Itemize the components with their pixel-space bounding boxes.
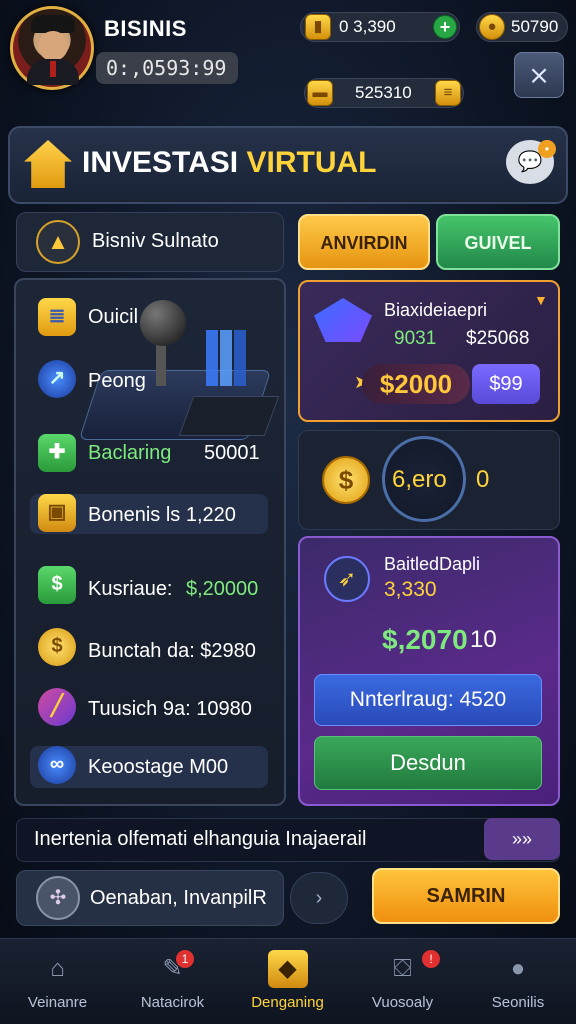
tab-guivel[interactable]: GUIVEL bbox=[436, 214, 560, 270]
nav-item-invest[interactable]: ◆ Denganing bbox=[230, 938, 345, 1024]
basket-icon: ⛋ bbox=[393, 955, 412, 982]
card-subtitle: 3,330 bbox=[384, 578, 437, 601]
document-icon: ≣ bbox=[38, 298, 76, 336]
notification-dot: • bbox=[538, 140, 556, 158]
list-item-value: 50001 bbox=[204, 442, 260, 464]
player-name: BISINIS bbox=[104, 16, 187, 41]
business-title: Bisniv Sulnato bbox=[92, 230, 219, 252]
link-icon: ∞ bbox=[38, 746, 76, 784]
card-title: BaitledDapli bbox=[384, 554, 481, 574]
nav-item-profile[interactable]: ● Seonilis bbox=[460, 938, 576, 1024]
chart-icon: ✚ bbox=[38, 434, 76, 472]
notification-badge: 1 bbox=[176, 950, 194, 968]
currency-pill-secondary: ▬ 525310 ≡ bbox=[304, 78, 464, 108]
next-arrow-button[interactable]: › bbox=[290, 872, 348, 924]
deposit-button[interactable]: Desdun bbox=[314, 736, 542, 790]
nav-item-tools[interactable]: ✎ Natacirok bbox=[115, 938, 230, 1024]
chevron-down-icon[interactable]: ▼ bbox=[534, 292, 548, 308]
add-currency-button[interactable]: + bbox=[433, 15, 457, 39]
close-button[interactable]: ⨯ bbox=[514, 52, 564, 98]
notification-badge: ! bbox=[422, 950, 440, 968]
gold-bar-icon: ▮ bbox=[305, 14, 331, 40]
coin-icon: $ bbox=[38, 628, 76, 666]
gold-chest-icon: ▬ bbox=[307, 80, 333, 106]
close-icon: ⨯ bbox=[528, 60, 550, 90]
card-stat: 9031 bbox=[394, 328, 437, 349]
player-id: 0:,0593:99 bbox=[96, 52, 238, 84]
list-item[interactable]: Keoostage M00 bbox=[88, 756, 228, 779]
coin-value: 50790 bbox=[511, 17, 559, 36]
avatar[interactable] bbox=[10, 6, 94, 90]
currency-pill-primary: ▮ 0 3,390 + bbox=[300, 12, 460, 42]
home-icon: ⌂ bbox=[50, 955, 65, 982]
invest-icon: ◆ bbox=[267, 950, 308, 988]
page-title: INVESTASI VIRTUAL bbox=[82, 146, 377, 179]
chat-icon: 💬 bbox=[517, 151, 543, 173]
currency-value: 0 3,390 bbox=[339, 17, 396, 36]
currency-pill-coins: ● 50790 bbox=[476, 12, 568, 42]
list-item[interactable]: Ouicil bbox=[88, 306, 138, 329]
card-stat: $25068 bbox=[466, 328, 530, 349]
nav-item-basket[interactable]: ⛋ Vuosoaly bbox=[345, 938, 460, 1024]
selector-text: Oenaban, InvanpilR bbox=[90, 887, 267, 909]
balance-extra: 0 bbox=[476, 466, 490, 493]
target-icon: ➶ bbox=[324, 556, 370, 602]
ticker-next-button[interactable]: »» bbox=[484, 818, 560, 860]
list-item[interactable]: Bunctah da: $2980 bbox=[88, 640, 256, 663]
list-item-value: $,20000 bbox=[186, 578, 259, 600]
list-item[interactable]: Bonenis ls 1,220 bbox=[88, 504, 236, 527]
card-amount: $,2070 bbox=[382, 624, 468, 655]
gold-stack-icon: ≡ bbox=[435, 80, 461, 106]
settings-icon: ✣ bbox=[36, 876, 80, 920]
secondary-value: 525310 bbox=[355, 83, 412, 102]
interest-button[interactable]: Nnterlraug: 4520 bbox=[314, 674, 542, 726]
profile-icon: ● bbox=[510, 955, 526, 982]
buy-button[interactable]: $99 bbox=[472, 364, 540, 404]
list-item[interactable]: Baclaring bbox=[88, 442, 171, 465]
card-amount-extra: 10 bbox=[470, 626, 497, 653]
box-icon: ▣ bbox=[38, 494, 76, 532]
cash-stack-icon: $ bbox=[38, 566, 76, 604]
compass-icon: ↗ bbox=[38, 360, 76, 398]
list-item[interactable]: Tuusich 9a: 10980 bbox=[88, 698, 252, 721]
ticker-text: Inertenia olfemati elhanguia Inajaerail bbox=[34, 828, 367, 850]
tab-anvirdin[interactable]: ANVIRDIN bbox=[298, 214, 430, 270]
coin-icon: ● bbox=[479, 14, 505, 40]
dollar-coin-icon: $ bbox=[322, 456, 370, 504]
stripe-icon: ╱ bbox=[38, 688, 76, 726]
submit-button[interactable]: SAMRIN bbox=[372, 868, 560, 924]
business-icon: ▲ bbox=[36, 220, 80, 264]
card-title: Biaxideiaepri bbox=[384, 300, 488, 320]
list-item[interactable]: Kusriaue: bbox=[88, 578, 173, 601]
list-item[interactable]: Peong bbox=[88, 370, 146, 393]
price-tag: $2000 bbox=[362, 364, 470, 404]
nav-item-home[interactable]: ⌂ Veinanre bbox=[0, 938, 115, 1024]
balance-value: 6,ero bbox=[392, 466, 447, 493]
